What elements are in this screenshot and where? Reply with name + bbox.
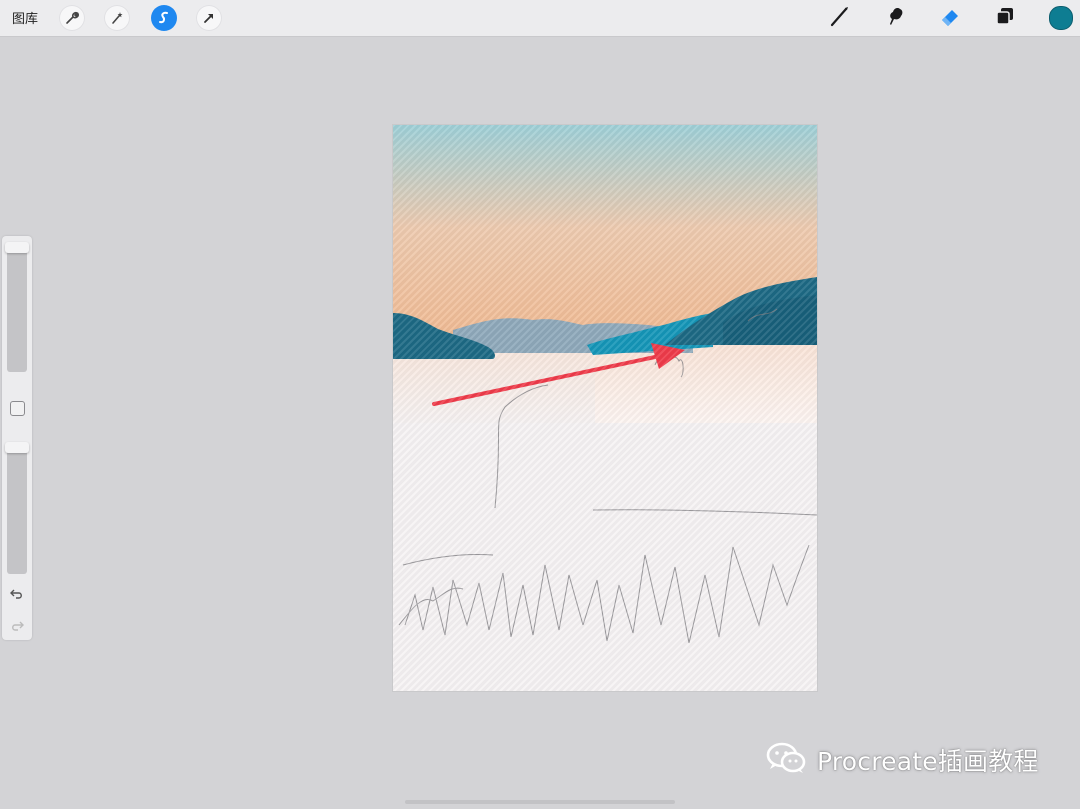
eraser-button[interactable]: [938, 6, 962, 30]
transform-button[interactable]: [196, 5, 222, 31]
color-picker-button[interactable]: [1049, 6, 1073, 30]
smudge-icon: [883, 4, 907, 32]
adjustments-button[interactable]: [104, 5, 130, 31]
magic-wand-icon: [109, 10, 125, 26]
selection-icon: [156, 10, 172, 26]
layers-button[interactable]: [993, 6, 1017, 30]
bright-patch: [595, 345, 817, 423]
home-indicator: [405, 800, 675, 804]
wechat-icon: [765, 740, 809, 780]
brush-size-slider[interactable]: [7, 246, 27, 372]
undo-button[interactable]: [9, 586, 25, 602]
opacity-thumb[interactable]: [5, 442, 29, 453]
transform-arrow-icon: [201, 10, 217, 26]
redo-button[interactable]: [9, 618, 25, 634]
gallery-button[interactable]: 图库: [12, 8, 38, 27]
eraser-icon: [938, 4, 962, 32]
smudge-button[interactable]: [883, 6, 907, 30]
top-toolbar: 图库: [0, 0, 1080, 37]
modify-button[interactable]: [10, 401, 25, 416]
layers-icon: [993, 4, 1017, 32]
wrench-icon: [64, 10, 80, 26]
brush-size-thumb[interactable]: [5, 242, 29, 253]
selection-button[interactable]: [151, 5, 177, 31]
watermark-text: Procreate插画教程: [817, 747, 1039, 776]
redo-icon: [9, 619, 25, 638]
canvas-artwork: [393, 125, 817, 691]
brush-button[interactable]: [828, 6, 852, 30]
left-sidebar: [2, 236, 32, 640]
actions-button[interactable]: [59, 5, 85, 31]
brush-icon: [828, 4, 852, 32]
undo-icon: [9, 587, 25, 606]
drawing-canvas[interactable]: [393, 125, 817, 691]
watermark: Procreate插画教程: [765, 740, 1039, 780]
opacity-slider[interactable]: [7, 446, 27, 574]
